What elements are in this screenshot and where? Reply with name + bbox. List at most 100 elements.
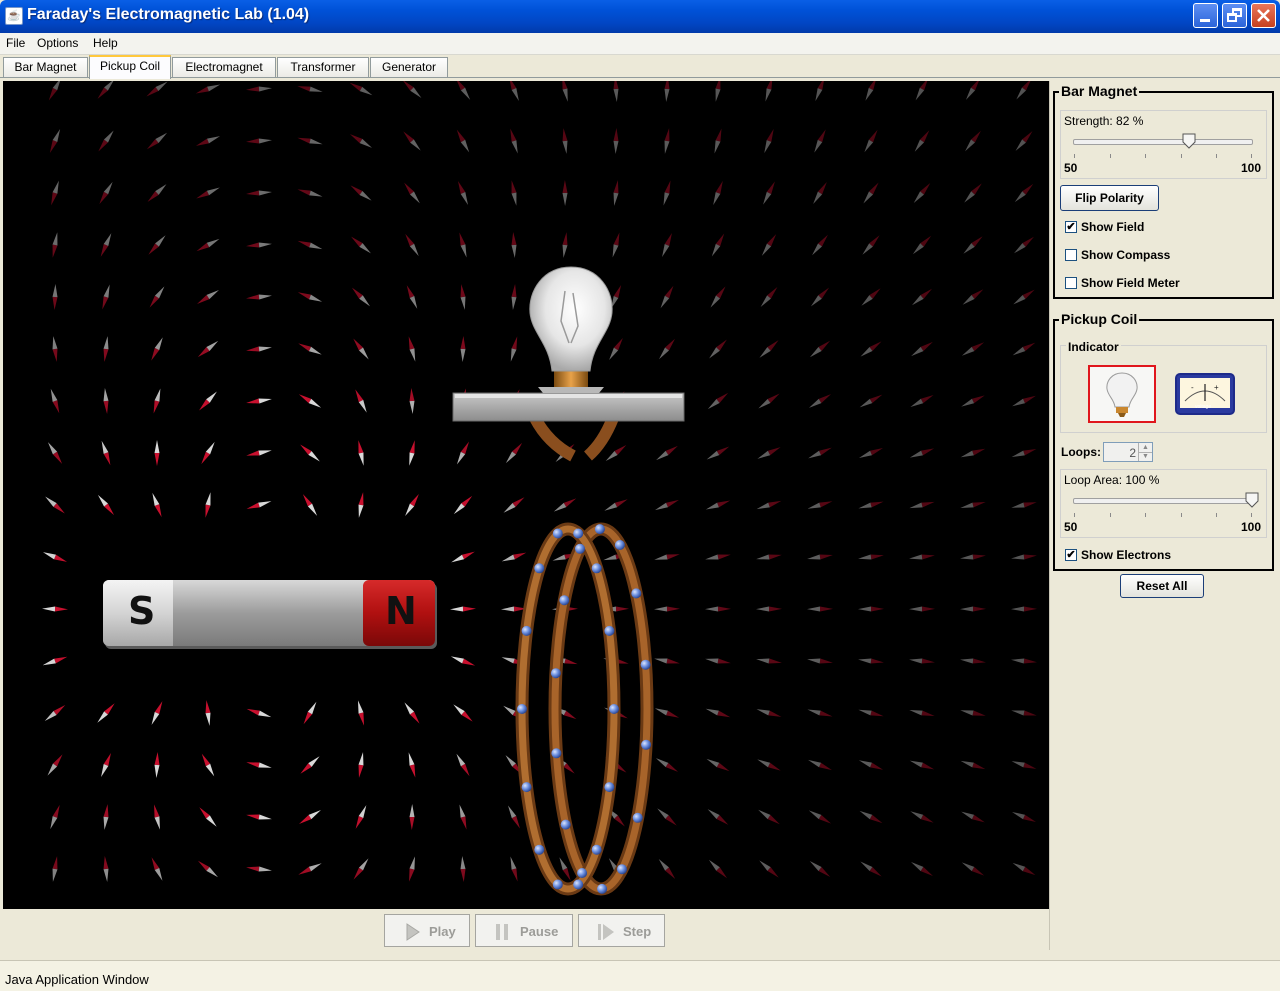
- compass-needle: [246, 346, 272, 352]
- menu-file[interactable]: File: [6, 36, 25, 50]
- electron: [609, 704, 619, 714]
- electron: [573, 528, 584, 539]
- compass-needle: [808, 447, 832, 459]
- compass-needle: [152, 492, 162, 518]
- compass-needle: [101, 440, 111, 466]
- compass-needle: [97, 703, 115, 723]
- compass-needle: [1011, 658, 1037, 664]
- compass-needle: [858, 448, 884, 458]
- compass-needle: [246, 138, 272, 144]
- compass-needle: [151, 857, 163, 881]
- compass-needle: [197, 340, 219, 358]
- compass-needle: [148, 235, 166, 255]
- compass-needle: [758, 809, 780, 825]
- loops-decrement-button[interactable]: ▼: [1138, 452, 1152, 461]
- simulation-canvas[interactable]: S N: [3, 81, 1049, 909]
- compass-needle: [303, 701, 317, 725]
- compass-needle: [658, 338, 676, 360]
- compass-needle: [654, 658, 680, 664]
- compass-needle: [1011, 761, 1037, 769]
- menu-help[interactable]: Help: [93, 36, 118, 50]
- simulation-scene: [42, 81, 1037, 896]
- compass-needle: [1012, 395, 1036, 407]
- compass-needle: [151, 701, 163, 725]
- pickup-coil[interactable]: [515, 415, 654, 896]
- compass-needle: [757, 447, 781, 459]
- compass-needle: [1014, 236, 1034, 254]
- electron: [550, 668, 561, 679]
- step-label: Step: [623, 924, 652, 939]
- voltmeter-label: voltage: [1195, 404, 1212, 410]
- compass-needle: [705, 708, 731, 718]
- tab-bar-magnet[interactable]: Bar Magnet: [3, 57, 88, 77]
- compass-needle: [97, 494, 115, 516]
- tab-electromagnet[interactable]: Electromagnet: [172, 57, 276, 77]
- compass-needle: [1015, 131, 1033, 151]
- loop-area-slider-track: [1073, 498, 1253, 504]
- tab-pickup-coil[interactable]: Pickup Coil: [89, 55, 171, 79]
- compass-needle: [298, 863, 322, 875]
- bar-magnet-group-title: Bar Magnet: [1059, 83, 1140, 99]
- compass-needle: [960, 606, 986, 612]
- compass-needle: [707, 809, 729, 825]
- compass-needle: [460, 336, 466, 362]
- java-app-icon: ☕: [5, 7, 23, 25]
- tab-transformer[interactable]: Transformer: [277, 57, 369, 77]
- compass-needle: [351, 236, 371, 254]
- tab-generator[interactable]: Generator: [370, 57, 448, 77]
- compass-needle: [914, 130, 930, 152]
- compass-needle: [965, 130, 981, 152]
- compass-needle: [859, 394, 883, 408]
- compass-needle: [765, 81, 773, 102]
- voltmeter-indicator-option[interactable]: - + voltage: [1175, 373, 1235, 415]
- compass-needle: [705, 658, 731, 664]
- flip-polarity-button[interactable]: Flip Polarity: [1060, 185, 1159, 211]
- show-field-checkbox[interactable]: ✔: [1065, 221, 1077, 233]
- play-button[interactable]: Play: [384, 914, 470, 947]
- show-electrons-checkbox[interactable]: ✔: [1065, 549, 1077, 561]
- compass-needle: [1012, 862, 1036, 876]
- electron: [534, 563, 545, 574]
- show-field-meter-checkbox[interactable]: [1065, 277, 1077, 289]
- close-button[interactable]: [1251, 3, 1276, 28]
- compass-needle: [705, 554, 731, 560]
- compass-needle: [298, 343, 322, 355]
- compass-needle: [963, 236, 983, 254]
- electron: [552, 528, 563, 539]
- compass-needle: [654, 554, 680, 560]
- compass-needle: [149, 286, 165, 308]
- compass-needle: [858, 606, 884, 612]
- lightbulb-indicator-option[interactable]: [1088, 365, 1156, 423]
- compass-needle: [154, 752, 160, 778]
- pause-button[interactable]: Pause: [475, 914, 573, 947]
- compass-needle: [103, 856, 109, 882]
- strength-slider-thumb[interactable]: [1182, 133, 1196, 149]
- maximize-button[interactable]: [1222, 3, 1247, 28]
- compass-needle: [154, 440, 160, 466]
- compass-needle: [756, 606, 782, 612]
- loops-spinner[interactable]: 2 ▲ ▼: [1103, 442, 1153, 462]
- compass-needle: [656, 445, 678, 461]
- compass-needle: [1013, 289, 1035, 305]
- show-compass-checkbox[interactable]: [1065, 249, 1077, 261]
- loop-area-slider-thumb[interactable]: [1245, 492, 1259, 508]
- compass-needle: [756, 554, 782, 560]
- compass-needle: [1011, 448, 1037, 458]
- menu-options[interactable]: Options: [37, 36, 78, 50]
- compass-needle: [302, 494, 318, 516]
- compass-needle: [151, 337, 163, 361]
- compass-needle: [42, 552, 68, 562]
- step-button[interactable]: Step: [578, 914, 665, 947]
- compass-needle: [759, 860, 779, 878]
- minimize-button[interactable]: [1193, 3, 1218, 28]
- compass-needle: [404, 702, 420, 724]
- reset-all-button[interactable]: Reset All: [1120, 574, 1204, 598]
- compass-needle: [761, 234, 777, 256]
- compass-needle: [52, 856, 58, 882]
- compass-needle: [103, 804, 109, 830]
- compass-needle: [860, 341, 882, 357]
- status-bar: Java Application Window: [0, 960, 1280, 991]
- compass-needle: [807, 501, 833, 509]
- compass-needle: [662, 232, 672, 258]
- compass-needle: [297, 240, 323, 250]
